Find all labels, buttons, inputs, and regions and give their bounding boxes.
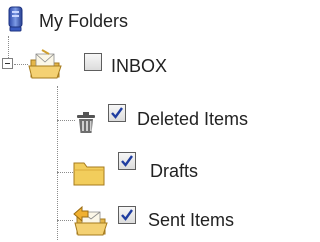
folder-icon [73,160,105,191]
server-icon [7,6,25,39]
tree-item-drafts[interactable]: Drafts [73,152,223,186]
tree-item-deleted-items[interactable]: Deleted Items [75,104,271,134]
sent-mail-icon [73,204,109,242]
drafts-checkbox[interactable] [118,152,136,170]
tree-item-label: Drafts [150,161,199,181]
collapse-toggle[interactable] [2,58,13,69]
tree-item-label: Sent Items [148,210,235,230]
tree-item-label: INBOX [111,56,168,76]
tree-connector [57,172,73,173]
tree-item-inbox[interactable]: INBOX [28,48,188,80]
deleted-items-checkbox[interactable] [108,104,126,122]
open-envelope-folder-icon [28,48,64,85]
tree-connector [57,120,75,121]
inbox-checkbox[interactable] [84,53,102,71]
trash-icon [75,110,97,139]
sent-items-checkbox[interactable] [118,206,136,224]
tree-connector [57,86,58,240]
tree-root-my-folders[interactable]: My Folders [0,4,160,34]
tree-root-label: My Folders [39,11,129,31]
tree-connector [57,220,73,221]
tree-connector [8,36,9,58]
folder-tree: My Folders INBOX Deleted Items Drafts Se… [0,0,271,242]
tree-item-label: Deleted Items [137,109,249,129]
tree-item-sent-items[interactable]: Sent Items [73,202,253,240]
tree-connector [14,64,28,65]
